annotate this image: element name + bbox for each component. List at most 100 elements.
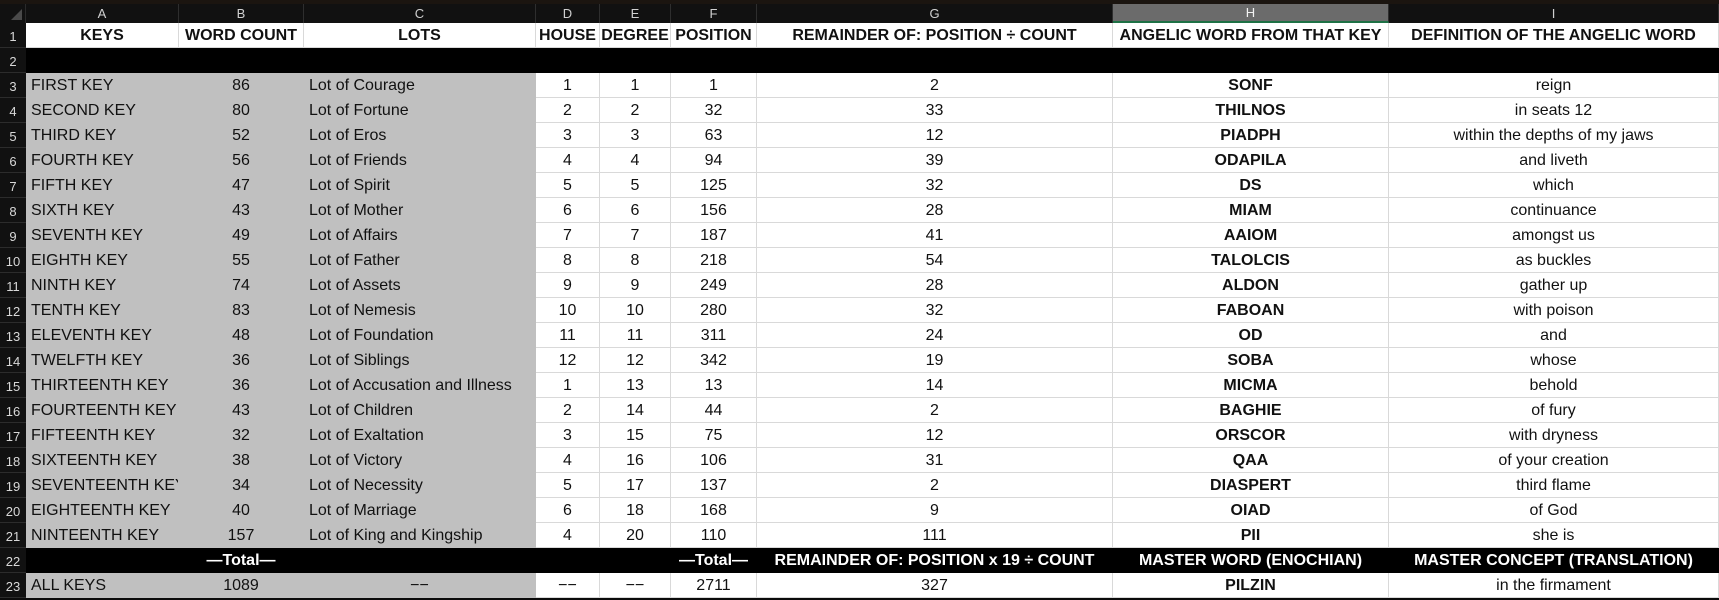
total-remainder[interactable]: 327 bbox=[757, 573, 1113, 598]
cell-definition[interactable]: amongst us bbox=[1389, 223, 1719, 248]
cell-degree[interactable]: 16 bbox=[600, 448, 671, 473]
cell[interactable] bbox=[1389, 48, 1719, 73]
row-number[interactable]: 12 bbox=[0, 298, 26, 323]
cell-degree[interactable]: 10 bbox=[600, 298, 671, 323]
row-number[interactable]: 23 bbox=[0, 573, 26, 598]
cell-lot[interactable]: Lot of Affairs bbox=[304, 223, 536, 248]
cell-definition[interactable]: of fury bbox=[1389, 398, 1719, 423]
cell-key[interactable]: FOURTEENTH KEY bbox=[26, 398, 179, 423]
cell-degree[interactable]: 17 bbox=[600, 473, 671, 498]
cell-key[interactable]: EIGHTH KEY bbox=[26, 248, 179, 273]
cell-word-count[interactable]: 52 bbox=[179, 123, 304, 148]
cell-degree[interactable]: 20 bbox=[600, 523, 671, 548]
cell-degree[interactable]: 4 bbox=[600, 148, 671, 173]
cell-definition[interactable]: gather up bbox=[1389, 273, 1719, 298]
header-angelic-word[interactable]: ANGELIC WORD FROM THAT KEY bbox=[1113, 23, 1389, 48]
cell-word-count[interactable]: 43 bbox=[179, 398, 304, 423]
cell-house[interactable]: 12 bbox=[536, 348, 600, 373]
cell-lot[interactable]: Lot of Courage bbox=[304, 73, 536, 98]
cell-remainder[interactable]: 2 bbox=[757, 473, 1113, 498]
row-number[interactable]: 14 bbox=[0, 348, 26, 373]
row-number[interactable]: 7 bbox=[0, 173, 26, 198]
cell-word-count[interactable]: 157 bbox=[179, 523, 304, 548]
row-number[interactable]: 6 bbox=[0, 148, 26, 173]
cell-definition[interactable]: which bbox=[1389, 173, 1719, 198]
cell-angelic-word[interactable]: PIADPH bbox=[1113, 123, 1389, 148]
cell-remainder[interactable]: 19 bbox=[757, 348, 1113, 373]
row-number[interactable]: 5 bbox=[0, 123, 26, 148]
column-header-g[interactable]: G bbox=[757, 4, 1113, 23]
cell-remainder[interactable]: 41 bbox=[757, 223, 1113, 248]
column-header-c[interactable]: C bbox=[304, 4, 536, 23]
cell-position[interactable]: 311 bbox=[671, 323, 757, 348]
cell-definition[interactable]: with poison bbox=[1389, 298, 1719, 323]
cell-lot[interactable]: Lot of Victory bbox=[304, 448, 536, 473]
cell-key[interactable]: SEVENTEENTH KEY bbox=[26, 473, 179, 498]
cell-angelic-word[interactable]: AAIOM bbox=[1113, 223, 1389, 248]
cell-definition[interactable]: with dryness bbox=[1389, 423, 1719, 448]
header-definition[interactable]: DEFINITION OF THE ANGELIC WORD bbox=[1389, 23, 1719, 48]
cell-remainder[interactable]: 28 bbox=[757, 198, 1113, 223]
cell-position[interactable]: 168 bbox=[671, 498, 757, 523]
cell-house[interactable]: 6 bbox=[536, 198, 600, 223]
cell-remainder[interactable]: 32 bbox=[757, 298, 1113, 323]
header-house[interactable]: HOUSE bbox=[536, 23, 600, 48]
cell-lot[interactable]: Lot of Siblings bbox=[304, 348, 536, 373]
cell-lot[interactable]: Lot of Accusation and Illness bbox=[304, 373, 536, 398]
row-number[interactable]: 9 bbox=[0, 223, 26, 248]
column-header-b[interactable]: B bbox=[179, 4, 304, 23]
cell-angelic-word[interactable]: QAA bbox=[1113, 448, 1389, 473]
cell-angelic-word[interactable]: TALOLCIS bbox=[1113, 248, 1389, 273]
cell-position[interactable]: 187 bbox=[671, 223, 757, 248]
cell-definition[interactable]: and liveth bbox=[1389, 148, 1719, 173]
cell-definition[interactable]: behold bbox=[1389, 373, 1719, 398]
cell-word-count[interactable]: 43 bbox=[179, 198, 304, 223]
total-house[interactable]: −− bbox=[536, 573, 600, 598]
row-number[interactable]: 21 bbox=[0, 523, 26, 548]
row-number[interactable]: 16 bbox=[0, 398, 26, 423]
header-lots[interactable]: LOTS bbox=[304, 23, 536, 48]
cell-key[interactable]: EIGHTEENTH KEY bbox=[26, 498, 179, 523]
row-number[interactable]: 1 bbox=[0, 23, 26, 48]
cell-word-count[interactable]: 80 bbox=[179, 98, 304, 123]
cell-degree[interactable]: 3 bbox=[600, 123, 671, 148]
column-header-i[interactable]: I bbox=[1389, 4, 1719, 23]
cell-degree[interactable]: 7 bbox=[600, 223, 671, 248]
row-number[interactable]: 10 bbox=[0, 248, 26, 273]
total-master-word[interactable]: PILZIN bbox=[1113, 573, 1389, 598]
cell-house[interactable]: 3 bbox=[536, 423, 600, 448]
row-number[interactable]: 11 bbox=[0, 273, 26, 298]
cell-lot[interactable]: Lot of Mother bbox=[304, 198, 536, 223]
cell-degree[interactable]: 5 bbox=[600, 173, 671, 198]
cell-lot[interactable]: Lot of Father bbox=[304, 248, 536, 273]
cell-position[interactable]: 249 bbox=[671, 273, 757, 298]
cell-angelic-word[interactable]: OIAD bbox=[1113, 498, 1389, 523]
cell-definition[interactable]: in seats 12 bbox=[1389, 98, 1719, 123]
cell-remainder[interactable]: 14 bbox=[757, 373, 1113, 398]
cell-house[interactable]: 1 bbox=[536, 373, 600, 398]
cell-definition[interactable]: third flame bbox=[1389, 473, 1719, 498]
row-number[interactable]: 4 bbox=[0, 98, 26, 123]
cell-lot[interactable]: Lot of Eros bbox=[304, 123, 536, 148]
total-header-master-word[interactable]: MASTER WORD (ENOCHIAN) bbox=[1113, 548, 1389, 573]
cell-remainder[interactable]: 28 bbox=[757, 273, 1113, 298]
select-all-button[interactable] bbox=[0, 4, 26, 23]
cell-key[interactable]: NINTH KEY bbox=[26, 273, 179, 298]
cell-position[interactable]: 280 bbox=[671, 298, 757, 323]
cell-house[interactable]: 10 bbox=[536, 298, 600, 323]
cell-word-count[interactable]: 74 bbox=[179, 273, 304, 298]
cell-word-count[interactable]: 48 bbox=[179, 323, 304, 348]
cell-position[interactable]: 106 bbox=[671, 448, 757, 473]
cell-position[interactable]: 44 bbox=[671, 398, 757, 423]
total-master-concept[interactable]: in the firmament bbox=[1389, 573, 1719, 598]
cell[interactable] bbox=[536, 548, 600, 573]
cell[interactable] bbox=[26, 548, 179, 573]
cell-lot[interactable]: Lot of Friends bbox=[304, 148, 536, 173]
cell-definition[interactable]: as buckles bbox=[1389, 248, 1719, 273]
cell-word-count[interactable]: 49 bbox=[179, 223, 304, 248]
cell-house[interactable]: 1 bbox=[536, 73, 600, 98]
column-header-h-selected[interactable]: H bbox=[1113, 4, 1389, 23]
row-number[interactable]: 2 bbox=[0, 48, 26, 73]
total-label-count[interactable]: —Total— bbox=[179, 548, 304, 573]
cell[interactable] bbox=[304, 48, 536, 73]
